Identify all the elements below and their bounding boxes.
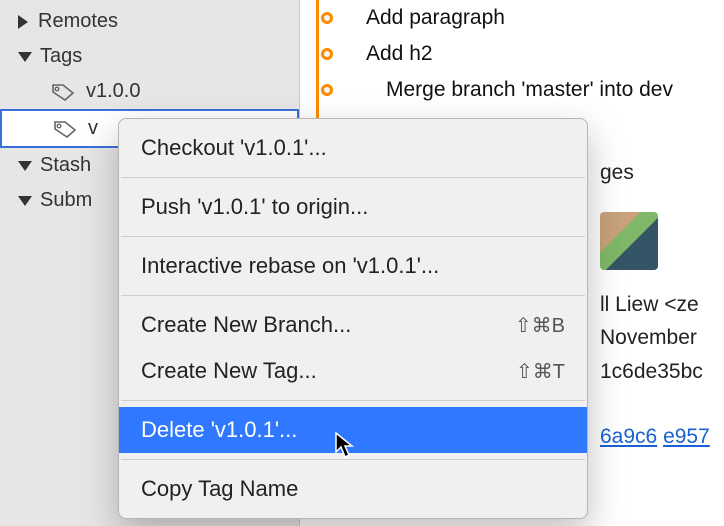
commit-node-icon: [321, 12, 333, 24]
chevron-down-icon: [18, 161, 32, 171]
menu-label: Create New Tag...: [141, 358, 317, 384]
commit-message: Add paragraph: [366, 6, 505, 30]
menu-item-copy[interactable]: Copy Tag Name: [119, 466, 587, 512]
commit-node-icon: [321, 84, 333, 96]
menu-item-new-tag[interactable]: Create New Tag... ⇧⌘T: [119, 348, 587, 394]
sidebar-label: Tags: [40, 45, 82, 68]
detail-text: ges: [600, 156, 724, 190]
commit-details-panel: ges ll Liew <ze November 1c6de35bc 6a9c6…: [600, 156, 724, 454]
menu-item-new-branch[interactable]: Create New Branch... ⇧⌘B: [119, 302, 587, 348]
tag-icon: [50, 82, 76, 102]
sidebar-label: Subm: [40, 189, 92, 212]
menu-item-push[interactable]: Push 'v1.0.1' to origin...: [119, 184, 587, 230]
detail-date: November: [600, 321, 724, 355]
chevron-right-icon: [18, 15, 28, 29]
sidebar-section-remotes[interactable]: Remotes: [0, 4, 299, 39]
menu-separator: [121, 295, 585, 296]
menu-separator: [121, 459, 585, 460]
context-menu: Checkout 'v1.0.1'... Push 'v1.0.1' to or…: [118, 118, 588, 519]
detail-hash: 1c6de35bc: [600, 355, 724, 389]
menu-item-delete[interactable]: Delete 'v1.0.1'...: [119, 407, 587, 453]
detail-hash-link[interactable]: e957: [663, 425, 710, 448]
menu-shortcut: ⇧⌘T: [516, 359, 565, 384]
commit-row[interactable]: Add h2: [302, 36, 724, 72]
menu-label: Copy Tag Name: [141, 476, 298, 502]
menu-separator: [121, 400, 585, 401]
chevron-down-icon: [18, 52, 32, 62]
tag-icon: [52, 119, 78, 139]
chevron-down-icon: [18, 196, 32, 206]
menu-label: Checkout 'v1.0.1'...: [141, 135, 327, 161]
commit-message: Add h2: [366, 42, 433, 66]
menu-label: Push 'v1.0.1' to origin...: [141, 194, 368, 220]
menu-item-rebase[interactable]: Interactive rebase on 'v1.0.1'...: [119, 243, 587, 289]
sidebar-label: Stash: [40, 154, 91, 177]
commit-row[interactable]: Add paragraph: [302, 0, 724, 36]
sidebar-label: Remotes: [38, 10, 118, 33]
avatar: [600, 212, 658, 270]
menu-label: Create New Branch...: [141, 312, 351, 338]
menu-label: Interactive rebase on 'v1.0.1'...: [141, 253, 439, 279]
commit-list: Add paragraph Add h2 Merge branch 'maste…: [302, 0, 724, 108]
sidebar-section-tags[interactable]: Tags: [0, 39, 299, 74]
detail-author: ll Liew <ze: [600, 288, 724, 322]
commit-row[interactable]: Merge branch 'master' into dev: [302, 72, 724, 108]
menu-separator: [121, 236, 585, 237]
detail-hash-link[interactable]: 6a9c6: [600, 425, 657, 448]
menu-label: Delete 'v1.0.1'...: [141, 417, 297, 443]
sidebar-tag-item[interactable]: v1.0.0: [0, 74, 299, 109]
commit-node-icon: [321, 48, 333, 60]
menu-shortcut: ⇧⌘B: [515, 313, 565, 338]
sidebar-item-label: v1.0.0: [86, 80, 140, 103]
commit-message: Merge branch 'master' into dev: [366, 78, 673, 102]
sidebar-item-label: v: [88, 117, 98, 140]
menu-item-checkout[interactable]: Checkout 'v1.0.1'...: [119, 125, 587, 171]
menu-separator: [121, 177, 585, 178]
